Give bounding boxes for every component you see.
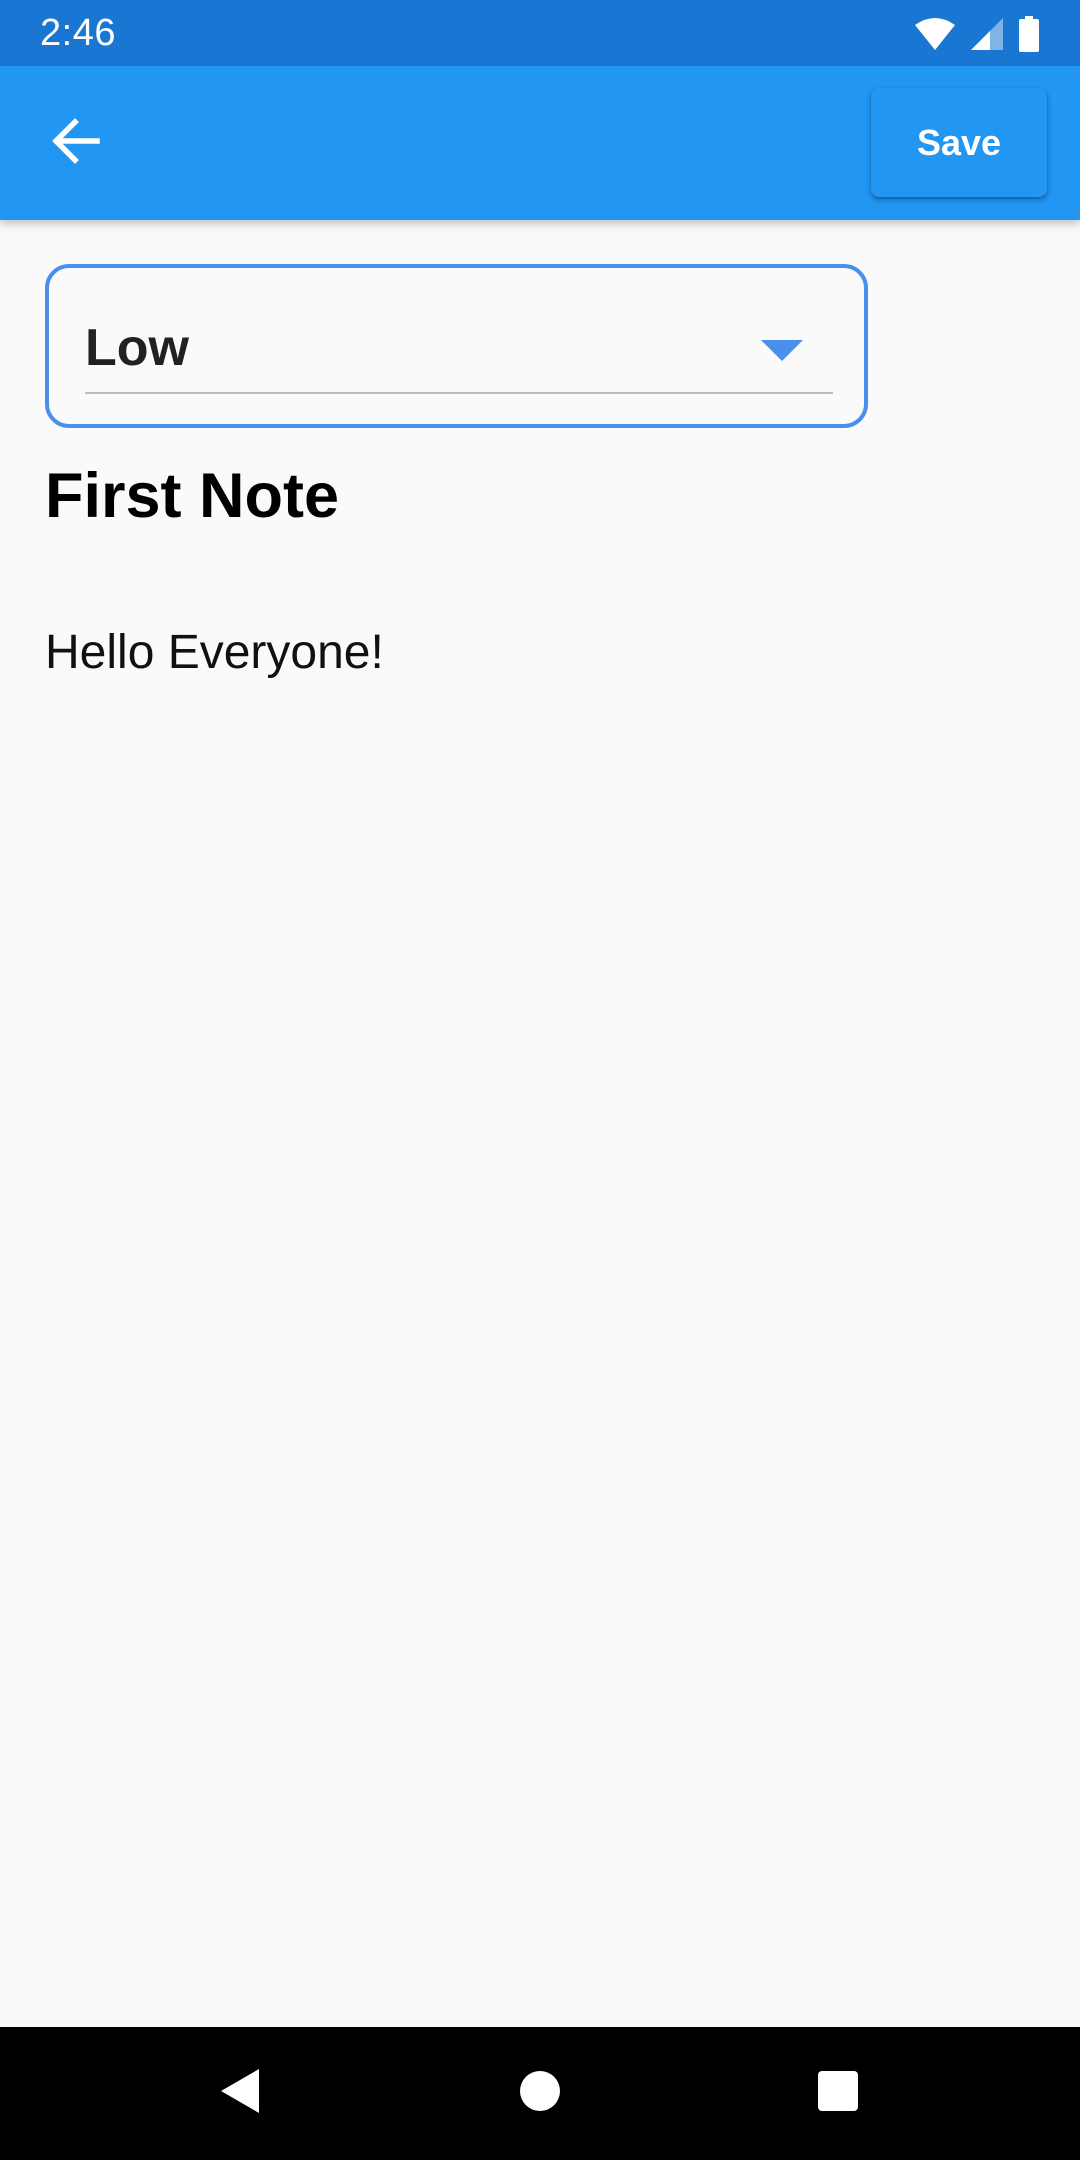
wifi-icon — [914, 17, 956, 51]
nav-home-button[interactable] — [500, 2053, 580, 2133]
battery-icon — [1018, 16, 1040, 52]
save-button[interactable]: Save — [871, 88, 1047, 197]
back-button[interactable] — [36, 103, 116, 183]
cellular-signal-icon — [970, 17, 1004, 51]
status-time: 2:46 — [40, 12, 116, 54]
priority-dropdown[interactable]: Low — [45, 264, 868, 428]
dropdown-underline — [85, 392, 833, 394]
system-nav-bar — [0, 2027, 1080, 2160]
arrow-back-icon — [51, 117, 101, 169]
back-triangle-icon — [219, 2067, 261, 2120]
note-title-field[interactable]: First Note — [45, 460, 339, 532]
dropdown-arrow-icon — [761, 340, 803, 367]
status-bar: 2:46 — [0, 0, 1080, 66]
recents-square-icon — [817, 2070, 859, 2117]
note-detail-screen: 2:46 Save Low First Note Hello Everyone! — [0, 0, 1080, 2160]
nav-back-button[interactable] — [200, 2053, 280, 2133]
home-circle-icon — [519, 2070, 561, 2117]
priority-selected-value: Low — [85, 319, 189, 377]
nav-recents-button[interactable] — [798, 2053, 878, 2133]
app-bar: Save — [0, 66, 1080, 220]
status-icons — [914, 14, 1040, 54]
note-body-field[interactable]: Hello Everyone! — [45, 625, 384, 680]
